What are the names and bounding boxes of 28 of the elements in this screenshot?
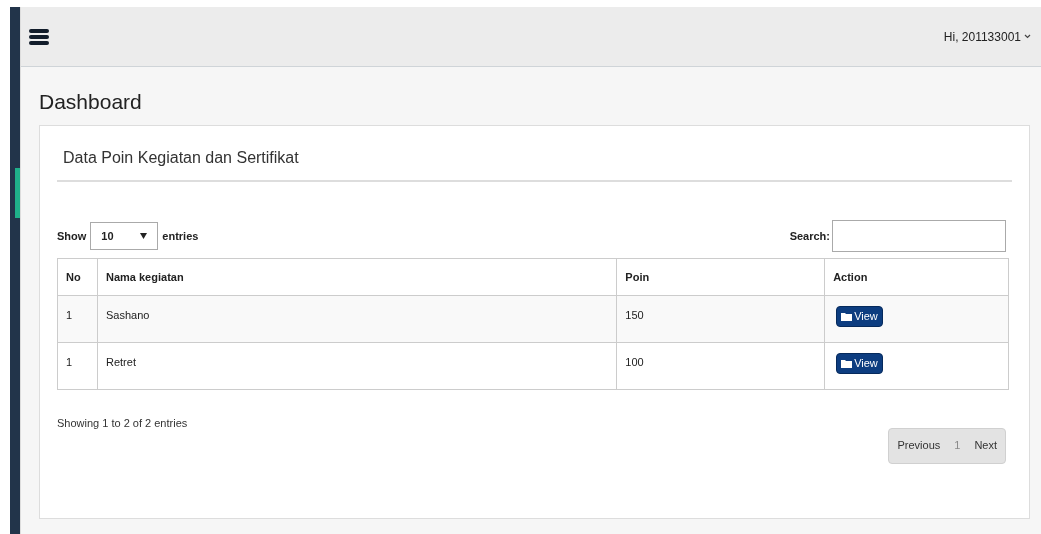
pagination-link[interactable]: Next <box>974 437 997 454</box>
card-title: Data Poin Kegiatan dan Sertifikat <box>63 148 300 168</box>
search-label: Search: <box>789 228 830 244</box>
chevron-down-icon <box>1024 34 1031 39</box>
table-cell: 100 <box>616 342 825 390</box>
dropdown-arrow-icon <box>140 233 148 239</box>
view-button[interactable]: View <box>836 306 883 327</box>
table-cell: 1 <box>57 342 98 390</box>
page-title: Dashboard <box>39 91 143 115</box>
table-info: Showing 1 to 2 of 2 entries <box>57 416 189 431</box>
length-label: entries <box>162 228 199 244</box>
table-cell: 150 <box>616 295 825 343</box>
user-menu[interactable]: Hi, 201133001 <box>943 27 1031 46</box>
table-cell: Sashano <box>97 295 617 343</box>
view-button[interactable]: View <box>836 353 883 374</box>
folder-icon <box>841 359 853 368</box>
search-field[interactable] <box>832 220 1006 252</box>
menu-icon[interactable] <box>29 28 49 45</box>
pagination-link[interactable]: Previous <box>897 437 941 454</box>
entries-select[interactable]: 10 <box>90 222 159 250</box>
column-header: Action <box>824 258 1009 296</box>
table-cell: Retret <box>97 342 617 390</box>
folder-icon <box>841 312 853 321</box>
length-label: Show <box>57 228 87 244</box>
column-header: No <box>57 258 98 296</box>
column-header: Nama kegiatan <box>97 258 617 296</box>
table-cell: 1 <box>57 295 98 343</box>
column-header: Poin <box>616 258 825 296</box>
